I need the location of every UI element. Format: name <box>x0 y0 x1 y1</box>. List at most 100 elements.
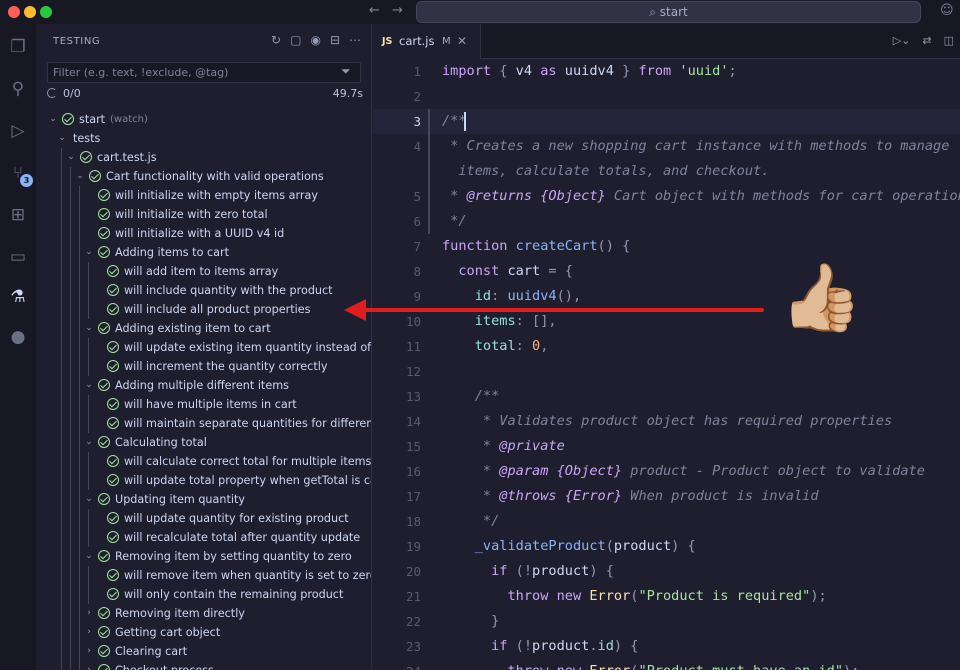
code-line[interactable]: 18 */ <box>373 509 960 534</box>
test-tree-item[interactable]: will maintain separate quantities for di… <box>36 414 371 433</box>
collapse-all-icon[interactable]: ⊟ <box>330 33 340 47</box>
test-tree-item[interactable]: will increment the quantity correctly <box>36 357 371 376</box>
chevron-down-icon[interactable]: ⌄ <box>84 376 94 395</box>
test-tree-item[interactable]: › Checkout process <box>36 661 371 670</box>
back-arrow-icon[interactable]: ← <box>369 3 380 18</box>
search-icon[interactable]: ⚲ <box>4 76 32 102</box>
test-tree-item[interactable]: ⌄ Calculating total <box>36 433 371 452</box>
code-line[interactable]: 15 * @private <box>373 434 960 459</box>
code-line[interactable]: 8 const cart = { <box>373 259 960 284</box>
test-tree-item[interactable]: ⌄ cart.test.js <box>36 148 371 167</box>
test-tree-item[interactable]: ⌄ Cart functionality with valid operation… <box>36 167 371 186</box>
github-icon[interactable]: ● <box>4 324 32 350</box>
refresh-tests-icon[interactable]: ↻ <box>271 33 281 47</box>
code-line[interactable]: 11 total: 0, <box>373 334 960 359</box>
test-tree-label: will initialize with empty items array <box>115 189 318 202</box>
test-tree-item[interactable]: ⌄ Adding multiple different items <box>36 376 371 395</box>
chevron-down-icon[interactable]: ⌄ <box>84 490 94 509</box>
test-tree-item[interactable]: › Removing item directly <box>36 604 371 623</box>
forward-arrow-icon[interactable]: → <box>392 3 403 18</box>
chevron-down-icon[interactable]: ⌄ <box>84 547 94 566</box>
test-tree-item[interactable]: will add item to items array <box>36 262 371 281</box>
copilot-icon[interactable]: ☺ <box>940 3 954 18</box>
test-tree-item[interactable]: will initialize with zero total <box>36 205 371 224</box>
tab-cart-js[interactable]: JS cart.js M ✕ <box>373 24 481 59</box>
test-tree-item[interactable]: will include all product properties <box>36 300 371 319</box>
code-line[interactable]: 21 throw new Error("Product is required"… <box>373 584 960 609</box>
maximize-window-button[interactable] <box>40 6 52 18</box>
test-tree-item[interactable]: ⌄ Updating item quantity <box>36 490 371 509</box>
test-tree-item[interactable]: ⌄ start (watch) <box>36 110 371 129</box>
close-tab-icon[interactable]: ✕ <box>457 24 467 59</box>
watch-eye-icon[interactable]: ◉ <box>310 33 320 47</box>
test-tree-item[interactable]: will update total property when getTotal… <box>36 471 371 490</box>
chevron-down-icon[interactable]: ⌄ <box>84 433 94 452</box>
remote-explorer-icon[interactable]: ▭ <box>4 244 32 270</box>
command-center-search[interactable]: ⌕ start <box>416 1 921 23</box>
indent-guide <box>70 528 71 547</box>
code-line[interactable]: 7 function createCart() { <box>373 234 960 259</box>
chevron-down-icon[interactable]: ⌄ <box>48 110 58 129</box>
code-line[interactable]: 14 * Validates product object has requir… <box>373 409 960 434</box>
split-editor-icon[interactable]: ◫ <box>944 34 954 47</box>
more-actions-icon[interactable]: ⋯ <box>349 33 361 47</box>
code-line[interactable]: 17 * @throws {Error} When product is inv… <box>373 484 960 509</box>
code-line[interactable]: 16 * @param {Object} product - Product o… <box>373 459 960 484</box>
compare-changes-icon[interactable]: ⇄ <box>922 34 931 47</box>
chevron-right-icon[interactable]: › <box>84 604 94 623</box>
testing-flask-icon[interactable]: ⚗ <box>4 284 32 310</box>
extensions-icon[interactable]: ⊞ <box>4 202 32 228</box>
chevron-right-icon[interactable]: › <box>84 623 94 642</box>
test-tree-item[interactable]: will initialize with empty items array <box>36 186 371 205</box>
code-line[interactable]: 22 } <box>373 609 960 634</box>
test-tree-item[interactable]: will initialize with a UUID v4 id <box>36 224 371 243</box>
code-line[interactable]: items, calculate totals, and checkout. <box>373 159 960 184</box>
code-line[interactable]: 13 /** <box>373 384 960 409</box>
stop-icon[interactable]: ▢ <box>290 33 301 47</box>
code-line[interactable]: 9 id: uuidv4(), <box>373 284 960 309</box>
code-line[interactable]: 24 throw new Error("Product must have an… <box>373 659 960 670</box>
filter-funnel-icon[interactable]: ⏷ <box>341 64 351 79</box>
code-line[interactable]: 3 /** <box>373 109 960 134</box>
code-line[interactable]: 4 * Creates a new shopping cart instance… <box>373 134 960 159</box>
test-tree-item[interactable]: will update existing item quantity inste… <box>36 338 371 357</box>
code-line[interactable]: 23 if (!product.id) { <box>373 634 960 659</box>
code-view[interactable]: 1 import { v4 as uuidv4 } from 'uuid'; 2 3/… <box>373 59 960 670</box>
code-line[interactable]: 5 * @returns {Object} Cart object with m… <box>373 184 960 209</box>
test-tree-item[interactable]: ⌄ tests <box>36 129 371 148</box>
chevron-down-icon[interactable]: ⌄ <box>57 129 67 148</box>
chevron-down-icon[interactable]: ⌄ <box>66 148 76 167</box>
code-line[interactable]: 20 if (!product) { <box>373 559 960 584</box>
source-control-icon[interactable]: ⑂ 3 <box>4 160 33 187</box>
code-line[interactable]: 6 */ <box>373 209 960 234</box>
gutter-change-marker <box>428 209 430 234</box>
test-tree-item[interactable]: ⌄ Removing item by setting quantity to ze… <box>36 547 371 566</box>
code-line[interactable]: 1 import { v4 as uuidv4 } from 'uuid'; <box>373 59 960 84</box>
code-line[interactable]: 19 _validateProduct(product) { <box>373 534 960 559</box>
close-window-button[interactable] <box>8 6 20 18</box>
chevron-down-icon[interactable]: ⌄ <box>84 243 94 262</box>
code-line[interactable]: 12 <box>373 359 960 384</box>
code-line[interactable]: 2 <box>373 84 960 109</box>
test-tree-item[interactable]: will have multiple items in cart <box>36 395 371 414</box>
test-tree-item[interactable]: will recalculate total after quantity up… <box>36 528 371 547</box>
run-debug-icon[interactable]: ▷ <box>4 118 32 144</box>
chevron-right-icon[interactable]: › <box>84 642 94 661</box>
test-tree-item[interactable]: ⌄ Adding existing item to cart <box>36 319 371 338</box>
run-file-icon[interactable]: ▷⌄ <box>893 34 911 47</box>
test-tree-item[interactable]: will update quantity for existing produc… <box>36 509 371 528</box>
test-tree-item[interactable]: will calculate correct total for multipl… <box>36 452 371 471</box>
chevron-down-icon[interactable]: ⌄ <box>75 167 85 186</box>
test-tree-item[interactable]: will only contain the remaining product <box>36 585 371 604</box>
explorer-icon[interactable]: ❐ <box>4 34 32 60</box>
chevron-down-icon[interactable]: ⌄ <box>84 319 94 338</box>
code-line[interactable]: 10 items: [], <box>373 309 960 334</box>
test-tree-item[interactable]: will remove item when quantity is set to… <box>36 566 371 585</box>
minimize-window-button[interactable] <box>24 6 36 18</box>
test-tree-item[interactable]: › Getting cart object <box>36 623 371 642</box>
chevron-right-icon[interactable]: › <box>84 661 94 670</box>
test-filter-input[interactable] <box>47 62 361 83</box>
test-tree-item[interactable]: will include quantity with the product <box>36 281 371 300</box>
test-tree-item[interactable]: ⌄ Adding items to cart <box>36 243 371 262</box>
test-tree-item[interactable]: › Clearing cart <box>36 642 371 661</box>
